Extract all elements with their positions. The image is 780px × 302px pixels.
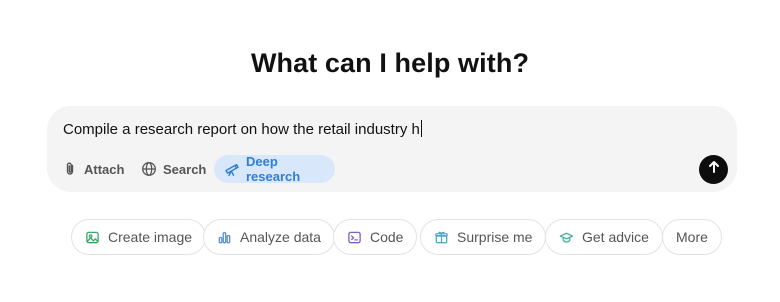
more-label: More <box>676 229 708 245</box>
send-button[interactable] <box>699 155 728 184</box>
globe-icon <box>141 161 157 177</box>
create-image-chip[interactable]: Create image <box>71 219 207 255</box>
analyze-data-chip[interactable]: Analyze data <box>203 219 335 255</box>
search-button[interactable]: Search <box>133 155 214 183</box>
page-title: What can I help with? <box>250 48 530 78</box>
create-image-label: Create image <box>108 229 193 245</box>
get-advice-chip[interactable]: Get advice <box>545 219 663 255</box>
code-chip[interactable]: Code <box>333 219 418 255</box>
prompt-input[interactable]: Compile a research report on how the ret… <box>63 120 422 138</box>
gift-icon <box>434 230 449 245</box>
graduation-cap-icon <box>559 230 574 245</box>
telescope-icon <box>224 161 240 177</box>
prompt-text: Compile a research report on how the ret… <box>63 121 420 138</box>
paperclip-icon <box>62 161 78 177</box>
analyze-data-label: Analyze data <box>240 229 321 245</box>
search-label: Search <box>163 161 207 177</box>
text-caret <box>420 120 422 137</box>
more-chip[interactable]: More <box>662 219 722 255</box>
surprise-me-label: Surprise me <box>457 229 533 245</box>
deep-research-label: Deep research <box>246 154 301 184</box>
attach-button[interactable]: Attach <box>54 155 132 183</box>
code-icon <box>347 230 362 245</box>
image-icon <box>85 230 100 245</box>
code-label: Code <box>370 229 404 245</box>
get-advice-label: Get advice <box>582 229 649 245</box>
surprise-me-chip[interactable]: Surprise me <box>420 219 547 255</box>
attach-label: Attach <box>84 161 125 177</box>
deep-research-button[interactable]: Deep research <box>214 154 335 184</box>
bar-chart-icon <box>217 230 232 245</box>
composer: Compile a research report on how the ret… <box>47 106 737 192</box>
arrow-up-icon <box>707 160 721 179</box>
